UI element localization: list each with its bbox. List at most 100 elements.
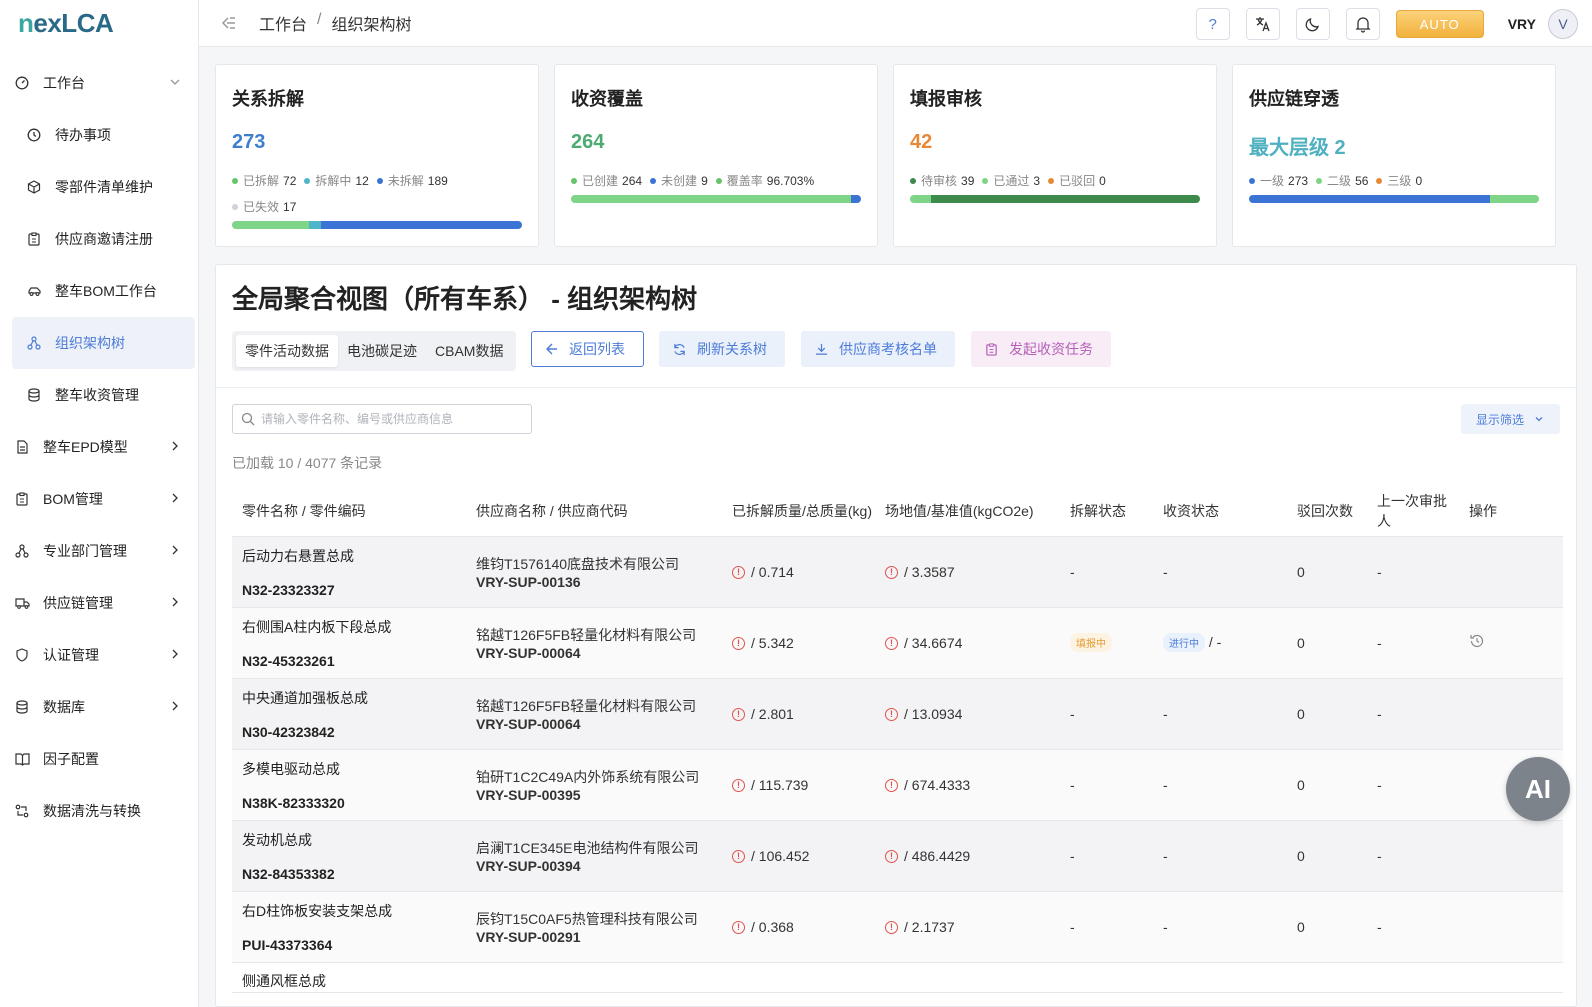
site-value-cell: ! / 486.4429: [875, 820, 1060, 892]
box-icon: [26, 179, 42, 195]
divider: [216, 387, 1576, 388]
ai-assistant-button[interactable]: AI: [1506, 757, 1570, 821]
warning-icon[interactable]: !: [732, 849, 745, 863]
warning-icon[interactable]: !: [885, 565, 898, 579]
sidebar-item-8[interactable]: BOM管理: [0, 473, 198, 525]
supplier-cell: 辰钧T15C0AF5热管理科技有限公司 VRY-SUP-00291: [466, 891, 722, 963]
status-badge: 进行中: [1163, 633, 1205, 652]
legend-value: 12: [355, 174, 369, 188]
supplier-list-download-button[interactable]: 供应商考核名单: [801, 331, 955, 367]
app-logo[interactable]: n exLCA: [0, 0, 198, 47]
avatar[interactable]: V: [1548, 9, 1578, 39]
legend-value: 189: [427, 174, 448, 188]
site-value-cell: ! / 13.0934: [875, 678, 1060, 750]
split-status-cell: 填报中: [1060, 607, 1153, 679]
warning-icon[interactable]: !: [885, 636, 898, 650]
card-value: 42: [910, 131, 933, 153]
display-filter-button[interactable]: 显示筛选: [1461, 404, 1560, 434]
legend-item: 一级 273: [1249, 168, 1308, 194]
part-name: 多模电驱动总成: [242, 760, 340, 777]
start-collection-button[interactable]: 发起收资任务: [971, 331, 1111, 367]
search-input[interactable]: [261, 412, 521, 426]
mass-value: / 5.342: [751, 634, 794, 651]
sidebar-item-2[interactable]: 零部件清单维护: [0, 161, 198, 213]
warning-icon[interactable]: !: [885, 849, 898, 863]
legend-label: 已拆解: [243, 174, 280, 188]
site-value-cell: ! / 34.6674: [875, 607, 1060, 679]
sidebar-item-9[interactable]: 专业部门管理: [0, 525, 198, 577]
display-filter-label: 显示筛选: [1476, 412, 1525, 427]
help-button[interactable]: ?: [1195, 8, 1230, 40]
supplier-code: VRY-SUP-00064: [476, 644, 581, 661]
legend-item: 已拆解 72: [232, 168, 296, 194]
chevron-right-icon: [172, 545, 178, 555]
back-to-list-button[interactable]: 返回列表: [531, 331, 644, 367]
language-button[interactable]: [1245, 8, 1280, 40]
table-row[interactable]: 后动力右悬置总成 N32-23323327 维钧T1576140底盘技术有限公司 VR…: [232, 536, 1563, 608]
legend-label: 覆盖率: [726, 174, 763, 188]
document-icon: [14, 439, 30, 455]
tab-0[interactable]: 零件活动数据: [236, 335, 338, 367]
collapse-sidebar-icon[interactable]: [219, 14, 237, 32]
table-row[interactable]: 中央通道加强板总成 N30-42323842 铭越T126F5FB轻量化材料有限公司…: [232, 678, 1563, 750]
part-name: 发动机总成: [242, 831, 312, 848]
table-row[interactable]: 右D柱饰板安装支架总成 PUI-43373364 辰钧T15C0AF5热管理科技有限…: [232, 891, 1563, 963]
warning-icon[interactable]: !: [885, 778, 898, 792]
chevron-right-icon: [172, 441, 178, 451]
history-icon[interactable]: [1469, 633, 1485, 649]
card-legend: 待审核 39 已通过 3 已驳回 0: [910, 168, 1210, 194]
sidebar-item-1[interactable]: 待办事项: [0, 109, 198, 161]
column-header: 场地值/基准值(kgCO2e): [875, 487, 1060, 537]
supplier-code: VRY-SUP-00395: [476, 786, 581, 803]
sidebar-item-4[interactable]: 整车BOM工作台: [0, 265, 198, 317]
supplier-code: VRY-SUP-00291: [476, 928, 581, 945]
warning-icon[interactable]: !: [732, 565, 745, 579]
sidebar-item-10[interactable]: 供应链管理: [0, 577, 198, 629]
sidebar-item-14[interactable]: 数据清洗与转换: [0, 785, 198, 837]
sidebar: n exLCA 工作台待办事项零部件清单维护 供应商邀请注册 整车BOM工作台 组织架构…: [0, 0, 199, 1007]
warning-icon[interactable]: !: [885, 707, 898, 721]
search-box[interactable]: [232, 404, 532, 434]
last-approver: -: [1367, 536, 1459, 608]
legend-value: 39: [961, 174, 975, 188]
warning-icon[interactable]: !: [885, 920, 898, 934]
warning-icon[interactable]: !: [732, 920, 745, 934]
table-row[interactable]: 右侧围A柱内板下段总成 N32-45323261 铭越T126F5FB轻量化材料有限…: [232, 607, 1563, 679]
mass-value: / 0.714: [751, 563, 794, 580]
page-title: 全局聚合视图（所有车系） - 组织架构树: [232, 284, 698, 314]
site-value: / 486.4429: [904, 847, 971, 864]
sidebar-item-13[interactable]: 因子配置: [0, 733, 198, 785]
breadcrumb: 工作台 / 组织架构树: [259, 11, 411, 35]
card-legend: 已拆解 72 拆解中 12 未拆解 189 已失效 17: [232, 168, 532, 220]
sidebar-item-11[interactable]: 认证管理: [0, 629, 198, 681]
theme-toggle-button[interactable]: [1295, 8, 1330, 40]
sidebar-item-7[interactable]: 整车EPD模型: [0, 421, 198, 473]
table-row[interactable]: 多模电驱动总成 N38K-82333320 铂研T1C2C49A内外饰系统有限公司 V…: [232, 749, 1563, 821]
chevron-right-icon: [172, 701, 178, 711]
sidebar-item-3[interactable]: 供应商邀请注册: [0, 213, 198, 265]
sidebar-item-label: 待办事项: [55, 127, 111, 143]
table-row[interactable]: 侧通风框总成: [232, 962, 1563, 993]
tab-2[interactable]: CBAM数据: [426, 335, 512, 367]
actions-cell: [1459, 891, 1563, 963]
split-status: -: [1060, 678, 1153, 750]
table-row[interactable]: 发动机总成 N32-84353382 启澜T1CE345E电池结构件有限公司 VRY-…: [232, 820, 1563, 892]
sidebar-item-5[interactable]: 组织架构树: [12, 317, 195, 369]
part-name: 中央通道加强板总成: [242, 689, 368, 706]
warning-icon[interactable]: !: [732, 778, 745, 792]
tab-1[interactable]: 电池碳足迹: [338, 335, 426, 367]
warning-icon[interactable]: !: [732, 707, 745, 721]
sidebar-item-6[interactable]: 整车收资管理: [0, 369, 198, 421]
warning-icon[interactable]: !: [732, 636, 745, 650]
auto-mode-button[interactable]: AUTO: [1395, 10, 1484, 38]
user-name[interactable]: VRY: [1508, 16, 1536, 32]
sidebar-item-label: 整车收资管理: [55, 387, 139, 403]
notification-button[interactable]: [1345, 8, 1380, 40]
breadcrumb-item-workbench[interactable]: 工作台: [259, 11, 307, 35]
refresh-tree-button[interactable]: 刷新关系树: [659, 331, 785, 367]
site-value: / 34.6674: [904, 634, 963, 651]
sidebar-item-12[interactable]: 数据库: [0, 681, 198, 733]
legend-item: 未拆解 189: [376, 168, 448, 194]
mass-value: / 106.452: [751, 847, 810, 864]
sidebar-item-0[interactable]: 工作台: [0, 57, 198, 109]
